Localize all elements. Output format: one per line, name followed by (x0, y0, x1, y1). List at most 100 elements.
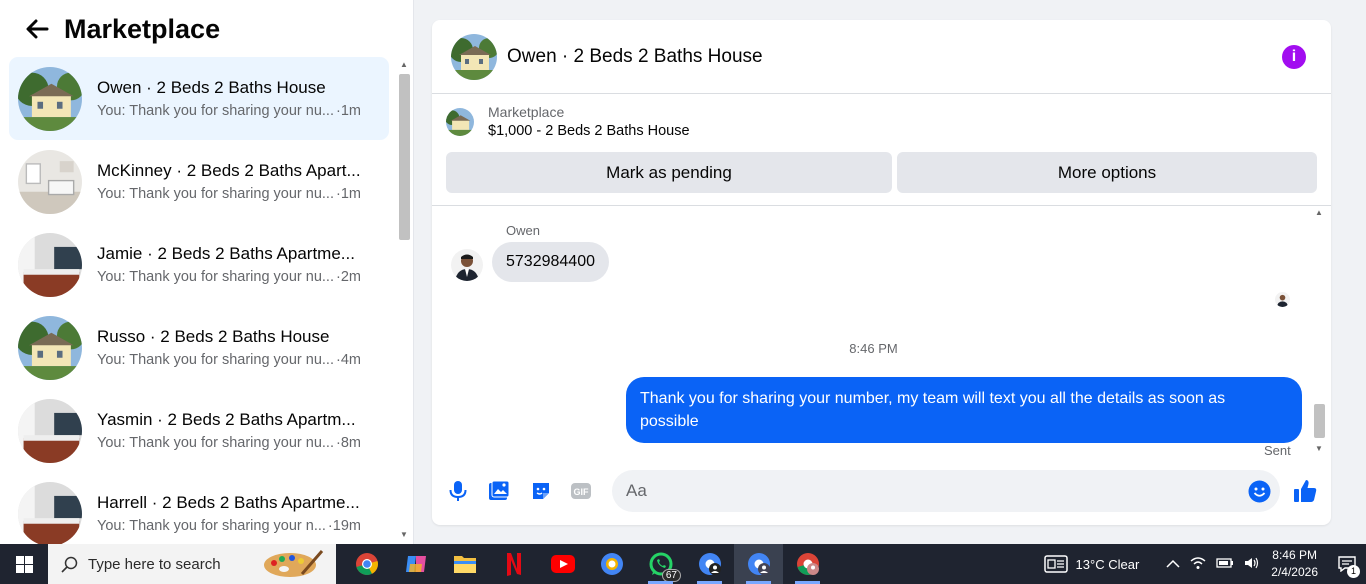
scrollbar-thumb[interactable] (399, 74, 410, 240)
conversation-list: Owen · 2 Beds 2 Baths House You: Thank yo… (9, 57, 389, 555)
clock-date: 2/4/2026 (1271, 565, 1318, 579)
chat-title: Owen · 2 Beds 2 Baths House (507, 45, 763, 67)
netflix-icon[interactable] (489, 544, 538, 584)
conversation-thumbnail (18, 398, 82, 463)
conversation-thumbnail (18, 149, 82, 214)
conversation-time: ·4m (335, 352, 361, 368)
message-input[interactable]: Aa (612, 470, 1280, 512)
conversation-time: ·8m (335, 435, 361, 451)
conversation-title: Russo · 2 Beds 2 Baths House (97, 327, 330, 346)
conversation-title: Yasmin · 2 Beds 2 Baths Apartm... (97, 410, 356, 429)
microphone-icon[interactable] (447, 480, 469, 502)
windows-start-icon[interactable] (0, 544, 48, 584)
search-icon (61, 556, 78, 573)
scroll-up-arrow-icon[interactable]: ▲ (400, 60, 408, 69)
system-tray: 13°C Clear 8:46 PM 2/4/2026 1 (1043, 544, 1366, 584)
conversation-item[interactable]: McKinney · 2 Beds 2 Baths Apart... You: T… (9, 140, 389, 223)
weather-widget[interactable]: 13°C Clear (1043, 555, 1140, 573)
more-options-button[interactable]: More options (897, 152, 1317, 193)
chat-header: Owen · 2 Beds 2 Baths House i (432, 20, 1331, 94)
battery-icon[interactable] (1216, 557, 1234, 572)
sent-status: Sent (1264, 443, 1291, 458)
listing-summary[interactable]: Marketplace $1,000 - 2 Beds 2 Baths Hous… (446, 104, 690, 139)
file-explorer-icon[interactable] (440, 544, 489, 584)
conversation-sidebar: Marketplace Owen · 2 Beds 2 Baths House Y… (0, 0, 414, 546)
back-arrow-icon[interactable] (22, 14, 52, 44)
chrome-profile-2-icon[interactable] (685, 544, 734, 584)
whatsapp-badge: 67 (661, 569, 681, 582)
emoji-icon[interactable] (1248, 480, 1271, 503)
conversation-thumbnail (18, 481, 82, 546)
sender-avatar[interactable] (451, 249, 483, 281)
notification-badge: 1 (1347, 565, 1360, 578)
conversation-time: ·1m (335, 186, 361, 202)
conversation-title: Owen · 2 Beds 2 Baths House (97, 78, 326, 97)
conversation-preview: You: Thank you for sharing your nu... (97, 186, 334, 202)
conversation-time: ·1m (335, 103, 361, 119)
conversation-preview: You: Thank you for sharing your nu... (97, 103, 334, 119)
message-input-placeholder: Aa (626, 481, 647, 500)
conversation-item[interactable]: Russo · 2 Beds 2 Baths House You: Thank y… (9, 306, 389, 389)
message-timestamp: 8:46 PM (849, 341, 898, 356)
conversation-preview: You: Thank you for sharing your nu... (97, 352, 334, 368)
conversation-title: McKinney · 2 Beds 2 Baths Apart... (97, 161, 361, 180)
youtube-icon[interactable] (538, 544, 587, 584)
wifi-icon[interactable] (1190, 556, 1206, 573)
chrome-profile-3-icon[interactable] (734, 544, 783, 584)
conversation-thumbnail (18, 232, 82, 297)
sticker-icon[interactable] (530, 480, 552, 502)
windows-taskbar: Type here to search 67 13°C Clear 8:46 P… (0, 544, 1366, 584)
message-composer: GIF Aa (432, 470, 1331, 512)
chrome-icon[interactable] (342, 544, 391, 584)
chrome-profile-4-icon[interactable] (783, 544, 832, 584)
taskbar-clock[interactable]: 8:46 PM 2/4/2026 (1271, 547, 1318, 581)
copilot-icon[interactable] (391, 544, 440, 584)
whatsapp-icon[interactable]: 67 (636, 544, 685, 584)
photo-icon[interactable] (488, 480, 510, 502)
listing-thumbnail (446, 108, 474, 136)
conversation-preview: You: Thank you for sharing your nu... (97, 269, 334, 285)
scroll-down-arrow-icon[interactable]: ▼ (1315, 444, 1323, 453)
info-icon[interactable]: i (1282, 45, 1306, 69)
chat-avatar[interactable] (451, 33, 497, 80)
conversation-title: Harrell · 2 Beds 2 Baths Apartme... (97, 493, 360, 512)
page-title: Marketplace (64, 13, 221, 44)
scrollbar-thumb[interactable] (1314, 404, 1325, 438)
conversation-item[interactable]: Yasmin · 2 Beds 2 Baths Apartm... You: Th… (9, 389, 389, 472)
sidebar-header: Marketplace (0, 0, 413, 58)
conversation-item[interactable]: Harrell · 2 Beds 2 Baths Apartme... You: … (9, 472, 389, 555)
conversation-preview: You: Thank you for sharing your nu... (97, 435, 334, 451)
chevron-up-icon[interactable] (1166, 557, 1180, 572)
sender-name: Owen (506, 223, 540, 238)
chat-window: Owen · 2 Beds 2 Baths House i Marketplac… (432, 20, 1331, 525)
taskbar-search-box[interactable]: Type here to search (48, 544, 336, 584)
notification-icon[interactable]: 1 (1328, 544, 1366, 584)
weather-text: 13°C Clear (1075, 556, 1140, 572)
conversation-item[interactable]: Owen · 2 Beds 2 Baths House You: Thank yo… (9, 57, 389, 140)
scroll-down-arrow-icon[interactable]: ▼ (400, 530, 408, 539)
svg-text:GIF: GIF (574, 487, 590, 497)
conversation-title: Jamie · 2 Beds 2 Baths Apartme... (97, 244, 355, 263)
chat-scrollbar[interactable]: ▲ ▼ (1312, 208, 1326, 456)
divider (432, 205, 1331, 206)
conversation-preview: You: Thank you for sharing your n... (97, 518, 326, 534)
conversation-time: ·19m (327, 518, 361, 534)
weather-icon (1043, 555, 1068, 573)
chrome-profile-icon[interactable] (587, 544, 636, 584)
listing-price: $1,000 - 2 Beds 2 Baths House (488, 123, 690, 139)
listing-label: Marketplace (488, 104, 565, 120)
conversation-item[interactable]: Jamie · 2 Beds 2 Baths Apartme... You: Th… (9, 223, 389, 306)
like-icon[interactable] (1292, 478, 1318, 504)
paint-palette-icon[interactable] (262, 548, 324, 584)
incoming-message[interactable]: 5732984400 (492, 242, 609, 282)
conversation-thumbnail (18, 315, 82, 380)
volume-icon[interactable] (1244, 556, 1260, 573)
outgoing-message[interactable]: Thank you for sharing your number, my te… (626, 377, 1302, 443)
gif-icon[interactable]: GIF (570, 480, 592, 502)
conversation-thumbnail (18, 66, 82, 131)
conversation-time: ·2m (335, 269, 361, 285)
clock-time: 8:46 PM (1272, 548, 1317, 562)
sidebar-scrollbar[interactable]: ▲ ▼ (397, 60, 411, 544)
mark-pending-button[interactable]: Mark as pending (446, 152, 892, 193)
scroll-up-arrow-icon[interactable]: ▲ (1315, 208, 1323, 217)
